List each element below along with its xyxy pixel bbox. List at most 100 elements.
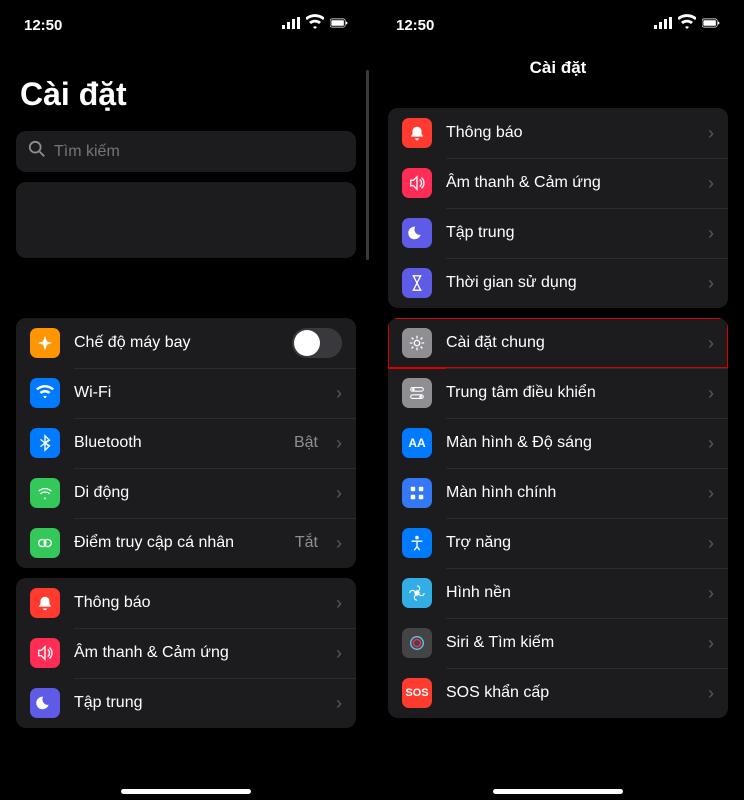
row-wifi[interactable]: Wi-Fi › bbox=[16, 368, 356, 418]
search-bar[interactable] bbox=[16, 131, 356, 172]
grid-icon bbox=[402, 478, 432, 508]
row-label: Cài đặt chung bbox=[446, 334, 694, 352]
row-bluetooth[interactable]: Bluetooth Bật › bbox=[16, 418, 356, 468]
row-airplane[interactable]: Chế độ máy bay bbox=[16, 318, 356, 368]
signal-icon bbox=[654, 14, 672, 36]
row-notifications[interactable]: Thông báo › bbox=[16, 578, 356, 628]
chevron-icon: › bbox=[708, 633, 714, 654]
chevron-icon: › bbox=[708, 123, 714, 144]
page-title: Cài đặt bbox=[0, 46, 372, 125]
chevron-icon: › bbox=[708, 683, 714, 704]
row-label: Thông báo bbox=[446, 124, 694, 142]
chevron-icon: › bbox=[336, 693, 342, 714]
siri-icon bbox=[402, 628, 432, 658]
sos-icon: SOS bbox=[402, 678, 432, 708]
chevron-icon: › bbox=[708, 273, 714, 294]
hourglass-icon bbox=[402, 268, 432, 298]
row-label: Điểm truy cập cá nhân bbox=[74, 534, 281, 552]
row-display[interactable]: AA Màn hình & Độ sáng › bbox=[388, 418, 728, 468]
status-time: 12:50 bbox=[396, 17, 434, 34]
row-accessibility[interactable]: Trợ năng › bbox=[388, 518, 728, 568]
chevron-icon: › bbox=[336, 483, 342, 504]
speaker-icon bbox=[402, 168, 432, 198]
airplane-icon bbox=[30, 328, 60, 358]
nav-title: Cài đặt bbox=[372, 46, 744, 98]
chevron-icon: › bbox=[336, 533, 342, 554]
row-label: Thời gian sử dụng bbox=[446, 274, 694, 292]
battery-icon bbox=[330, 14, 348, 36]
row-control-center[interactable]: Trung tâm điều khiển › bbox=[388, 368, 728, 418]
cellular-icon bbox=[30, 478, 60, 508]
row-wallpaper[interactable]: Hình nền › bbox=[388, 568, 728, 618]
wifi-icon bbox=[306, 14, 324, 36]
row-focus[interactable]: Tập trung › bbox=[388, 208, 728, 258]
battery-icon bbox=[702, 14, 720, 36]
home-indicator[interactable] bbox=[121, 789, 251, 794]
row-label: Màn hình & Độ sáng bbox=[446, 434, 694, 452]
chevron-icon: › bbox=[708, 223, 714, 244]
switches-icon bbox=[402, 378, 432, 408]
row-label: Wi-Fi bbox=[74, 384, 322, 402]
home-indicator[interactable] bbox=[493, 789, 623, 794]
chevron-icon: › bbox=[708, 583, 714, 604]
row-label: Bluetooth bbox=[74, 434, 280, 452]
settings-group-general: Cài đặt chung › Trung tâm điều khiển › A… bbox=[388, 318, 728, 718]
settings-group-network: Chế độ máy bay Wi-Fi › Bluetooth Bật › D… bbox=[16, 318, 356, 568]
row-siri[interactable]: Siri & Tìm kiếm › bbox=[388, 618, 728, 668]
row-home-screen[interactable]: Màn hình chính › bbox=[388, 468, 728, 518]
chevron-icon: › bbox=[336, 433, 342, 454]
chevron-icon: › bbox=[708, 483, 714, 504]
row-cellular[interactable]: Di động › bbox=[16, 468, 356, 518]
row-sos[interactable]: SOS SOS khẩn cấp › bbox=[388, 668, 728, 718]
moon-icon bbox=[30, 688, 60, 718]
bell-icon bbox=[402, 118, 432, 148]
search-input[interactable] bbox=[54, 143, 344, 161]
scrollbar[interactable] bbox=[366, 70, 369, 260]
gear-icon bbox=[402, 328, 432, 358]
left-phone: 12:50 Cài đặt Chế độ máy bay bbox=[0, 0, 372, 800]
airplane-toggle[interactable] bbox=[292, 328, 342, 358]
status-bar: 12:50 bbox=[372, 0, 744, 46]
wifi-icon bbox=[678, 14, 696, 36]
chevron-icon: › bbox=[336, 643, 342, 664]
row-notifications[interactable]: Thông báo › bbox=[388, 108, 728, 158]
profile-card[interactable] bbox=[16, 182, 356, 258]
chevron-icon: › bbox=[336, 383, 342, 404]
text-size-icon: AA bbox=[402, 428, 432, 458]
row-label: Chế độ máy bay bbox=[74, 334, 278, 352]
status-icons bbox=[654, 14, 720, 36]
chevron-icon: › bbox=[708, 433, 714, 454]
right-phone: 12:50 Cài đặt Thông báo › Âm tha bbox=[372, 0, 744, 800]
row-label: Trợ năng bbox=[446, 534, 694, 552]
row-sounds[interactable]: Âm thanh & Cảm ứng › bbox=[16, 628, 356, 678]
row-screentime[interactable]: Thời gian sử dụng › bbox=[388, 258, 728, 308]
status-time: 12:50 bbox=[24, 17, 62, 34]
signal-icon bbox=[282, 14, 300, 36]
row-general[interactable]: Cài đặt chung › bbox=[388, 318, 728, 368]
hotspot-icon bbox=[30, 528, 60, 558]
chevron-icon: › bbox=[336, 593, 342, 614]
row-label: SOS khẩn cấp bbox=[446, 684, 694, 702]
chevron-icon: › bbox=[708, 383, 714, 404]
row-value: Bật bbox=[294, 434, 318, 452]
status-bar: 12:50 bbox=[0, 0, 372, 46]
row-label: Âm thanh & Cảm ứng bbox=[74, 644, 322, 662]
row-value: Tắt bbox=[295, 534, 318, 552]
wallpaper-icon bbox=[402, 578, 432, 608]
row-label: Âm thanh & Cảm ứng bbox=[446, 174, 694, 192]
row-label: Tập trung bbox=[446, 224, 694, 242]
search-icon bbox=[28, 140, 46, 163]
row-label: Thông báo bbox=[74, 594, 322, 612]
row-label: Hình nền bbox=[446, 584, 694, 602]
settings-group-notifications: Thông báo › Âm thanh & Cảm ứng › Tập tru… bbox=[16, 578, 356, 728]
row-hotspot[interactable]: Điểm truy cập cá nhân Tắt › bbox=[16, 518, 356, 568]
row-label: Tập trung bbox=[74, 694, 322, 712]
row-label: Trung tâm điều khiển bbox=[446, 384, 694, 402]
status-icons bbox=[282, 14, 348, 36]
row-focus[interactable]: Tập trung › bbox=[16, 678, 356, 728]
bluetooth-icon bbox=[30, 428, 60, 458]
bell-icon bbox=[30, 588, 60, 618]
row-label: Màn hình chính bbox=[446, 484, 694, 502]
row-sounds[interactable]: Âm thanh & Cảm ứng › bbox=[388, 158, 728, 208]
chevron-icon: › bbox=[708, 533, 714, 554]
